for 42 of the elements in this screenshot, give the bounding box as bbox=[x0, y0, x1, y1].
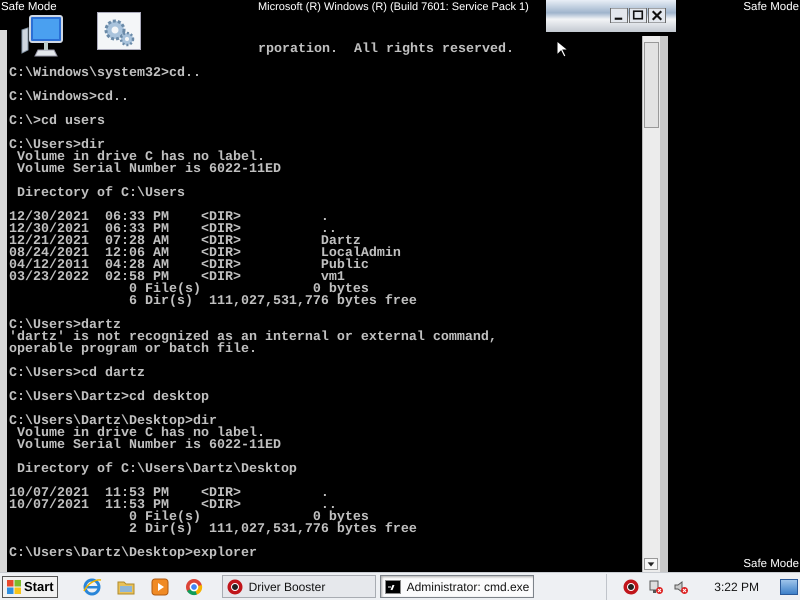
console-line: C:\Users\Dartz\Desktop>dir bbox=[9, 416, 217, 428]
clock-time[interactable]: 3:22 PM bbox=[698, 580, 771, 594]
maximize-icon[interactable] bbox=[629, 8, 647, 23]
console-line: C:\Windows>cd.. bbox=[9, 92, 129, 104]
build-label: Microsoft (R) Windows (R) (Build 7601: Service Pack 1) bbox=[258, 0, 529, 14]
show-desktop-button[interactable] bbox=[780, 578, 798, 594]
close-icon[interactable] bbox=[648, 8, 666, 23]
console-line: C:\>cd users bbox=[9, 116, 105, 128]
minimize-icon[interactable] bbox=[610, 8, 628, 23]
cog-disc-icon bbox=[226, 578, 243, 594]
cog-disc-tray-icon[interactable] bbox=[623, 578, 640, 594]
speaker-muted-icon[interactable] bbox=[673, 578, 690, 594]
console-line: operable program or batch file. bbox=[9, 344, 257, 356]
console-line: C:\Users\Dartz>cd desktop bbox=[9, 392, 209, 404]
taskbar-button[interactable]: Driver Booster bbox=[222, 575, 376, 598]
gear-icon[interactable] bbox=[97, 12, 141, 50]
scrollbar[interactable] bbox=[642, 36, 668, 572]
safe-mode-label: Safe Mode bbox=[743, 557, 799, 571]
console-line: Directory of C:\Users bbox=[16, 188, 185, 200]
console-line: 6 Dir(s) 111,027,531,776 bytes free bbox=[128, 296, 417, 308]
console-line: 0 File(s) 0 bytes bbox=[128, 512, 369, 524]
console-line: Volume Serial Number is 6022-11ED bbox=[16, 440, 281, 452]
scrollbar-thumb[interactable] bbox=[644, 42, 659, 128]
start-button[interactable]: Start bbox=[2, 576, 58, 598]
console-line: Volume Serial Number is 6022-11ED bbox=[16, 164, 281, 176]
windows-flag-icon bbox=[6, 578, 22, 594]
console-line: C:\Users>cd dartz bbox=[9, 368, 145, 380]
safe-mode-label: Safe Mode bbox=[1, 0, 57, 14]
console-line: C:\Windows\system32>cd.. bbox=[9, 68, 201, 80]
console-line: C:\Users\Dartz\Desktop>explorer bbox=[9, 548, 257, 560]
console-line: rporation. All rights reserved. bbox=[258, 44, 514, 56]
console-line: 0 File(s) 0 bytes bbox=[128, 284, 369, 296]
network-disconnected-icon[interactable] bbox=[648, 578, 664, 594]
taskbar-button[interactable]: Administrator: cmd.exe bbox=[380, 575, 534, 598]
media-player-icon[interactable] bbox=[150, 576, 170, 596]
console-line: 2 Dir(s) 111,027,531,776 bytes free bbox=[128, 524, 417, 536]
chrome-browser-icon[interactable] bbox=[184, 576, 204, 596]
mouse-cursor-icon bbox=[556, 40, 568, 58]
browser-e-icon[interactable] bbox=[82, 576, 102, 596]
console-line: Directory of C:\Users\Dartz\Desktop bbox=[16, 464, 297, 476]
safe-mode-label: Safe Mode bbox=[743, 0, 799, 14]
console-icon bbox=[384, 578, 401, 594]
